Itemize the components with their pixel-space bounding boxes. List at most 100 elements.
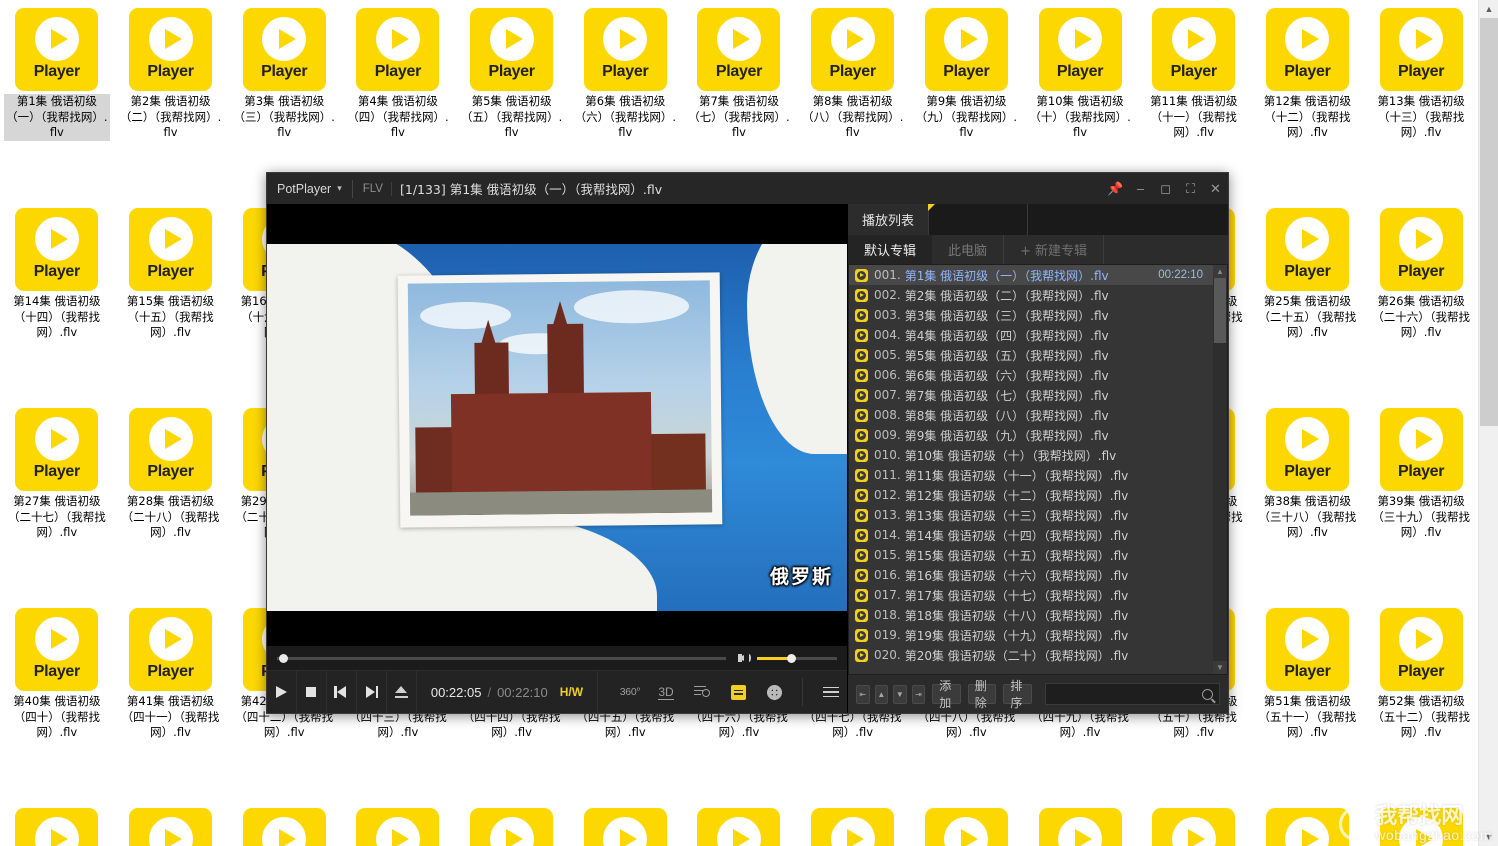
tab-slot-empty-1[interactable] [928,204,1029,235]
file-item[interactable]: Player 第4集 俄语初级（四）（我帮找网）.flv [341,0,455,200]
delete-button[interactable]: 删除 [967,679,997,710]
file-item[interactable]: Player 第12集 俄语初级（十二）（我帮找网）.flv [1251,0,1365,200]
add-button[interactable]: 添加 [932,679,961,710]
playlist-sub-tab[interactable]: + 新建专辑 [1004,235,1105,264]
playlist-item[interactable]: 003. 第3集 俄语初级（三）（我帮找网）.flv [849,305,1227,325]
file-item[interactable]: Player第56集 俄语初级（五十六）（我帮找网）.flv [341,800,455,846]
file-item[interactable]: Player第57集 俄语初级（五十七）（我帮找网）.flv [455,800,569,846]
vr-360-button[interactable]: 360° [614,671,646,714]
scroll-up-arrow-icon[interactable]: ▲ [1479,0,1498,18]
seek-slider[interactable] [277,653,726,663]
explorer-scrollbar-thumb[interactable] [1480,18,1498,426]
playlist-item[interactable]: 018. 第18集 俄语初级（十八）（我帮找网）.flv [849,605,1227,625]
playlist-item[interactable]: 005. 第5集 俄语初级（五）（我帮找网）.flv [849,345,1227,365]
tab-playlist[interactable]: 播放列表 [848,204,936,235]
playlist-item[interactable]: 017. 第17集 俄语初级（十七）（我帮找网）.flv [849,585,1227,605]
file-item[interactable]: Player第59集 俄语初级（五十九）（我帮找网）.flv [682,800,796,846]
playlist-item[interactable]: 008. 第8集 俄语初级（八）（我帮找网）.flv [849,405,1227,425]
file-item[interactable]: Player第54集 俄语初级（五十四）（我帮找网）.flv [114,800,228,846]
file-item[interactable]: Player 第6集 俄语初级（六）（我帮找网）.flv [568,0,682,200]
file-item[interactable]: Player 第10集 俄语初级（十）（我帮找网）.flv [1023,0,1137,200]
move-top-button[interactable]: ⇤ [856,684,870,704]
file-item[interactable]: Player 第14集 俄语初级（十四）（我帮找网）.flv [0,200,114,400]
file-item[interactable]: Player 第5集 俄语初级（五）（我帮找网）.flv [455,0,569,200]
maximize-icon[interactable]: ◻ [1153,173,1178,204]
file-item[interactable]: Player 第1集 俄语初级（一）（我帮找网）.flv [0,0,114,200]
playlist-item[interactable]: 004. 第4集 俄语初级（四）（我帮找网）.flv [849,325,1227,345]
file-item[interactable]: Player 第41集 俄语初级（四十一）（我帮找网）.flv [114,600,228,800]
file-item[interactable]: Player 第26集 俄语初级（二十六）（我帮找网）.flv [1364,200,1478,400]
scroll-down-arrow-icon[interactable]: ▼ [1479,828,1498,846]
playlist-sub-tab[interactable]: 此电脑 [932,235,1005,264]
playlist-item[interactable]: 009. 第9集 俄语初级（九）（我帮找网）.flv [849,425,1227,445]
playlist-item[interactable]: 014. 第14集 俄语初级（十四）（我帮找网）.flv [849,525,1227,545]
playlist-item[interactable]: 013. 第13集 俄语初级（十三）（我帮找网）.flv [849,505,1227,525]
file-item[interactable]: Player 第7集 俄语初级（七）（我帮找网）.flv [682,0,796,200]
file-item[interactable]: Player第61集 俄语初级（六十一）（我帮找网）.flv [910,800,1024,846]
file-item[interactable]: Player 第3集 俄语初级（三）（我帮找网）.flv [227,0,341,200]
file-item[interactable]: Player 第28集 俄语初级（二十八）（我帮找网）.flv [114,400,228,600]
file-item[interactable]: Player 第27集 俄语初级（二十七）（我帮找网）.flv [0,400,114,600]
file-item[interactable]: Player 第13集 俄语初级（十三）（我帮找网）.flv [1364,0,1478,200]
playlist-scrollbar[interactable]: ▲ ▼ [1213,265,1227,674]
file-item[interactable]: Player第64集 俄语初级（六十四）（我帮找网）.flv [1251,800,1365,846]
playlist-search-input[interactable] [1051,687,1202,701]
file-item[interactable]: Player第62集 俄语初级（六十二）（我帮找网）.flv [1023,800,1137,846]
move-bottom-button[interactable]: ⇥ [911,684,926,704]
playlist-scrollbar-thumb[interactable] [1214,278,1226,343]
playlist-item[interactable]: 002. 第2集 俄语初级（二）（我帮找网）.flv [849,285,1227,305]
file-item[interactable]: Player 第2集 俄语初级（二）（我帮找网）.flv [114,0,228,200]
subtitle-search-button[interactable] [686,671,718,714]
subtitle-button[interactable] [722,671,754,714]
3d-button[interactable]: 3D [650,671,682,714]
sort-button[interactable]: 排序 [1003,679,1032,710]
search-icon[interactable] [1201,688,1213,700]
previous-button[interactable] [327,670,357,714]
seek-slider-handle[interactable] [278,653,288,663]
file-item[interactable]: Player 第52集 俄语初级（五十二）（我帮找网）.flv [1364,600,1478,800]
file-item[interactable]: Player 第40集 俄语初级（四十）（我帮找网）.flv [0,600,114,800]
file-item[interactable]: Player 第9集 俄语初级（九）（我帮找网）.flv [910,0,1024,200]
stop-button[interactable] [297,670,327,714]
playlist-item[interactable]: 020. 第20集 俄语初级（二十）（我帮找网）.flv [849,645,1227,665]
file-item[interactable]: Player第63集 俄语初级（六十三）（我帮找网）.flv [1137,800,1251,846]
file-item[interactable]: Player 第51集 俄语初级（五十一）（我帮找网）.flv [1251,600,1365,800]
playlist-item[interactable]: 010. 第10集 俄语初级（十）（我帮找网）.flv [849,445,1227,465]
playlist-item[interactable]: 016. 第16集 俄语初级（十六）（我帮找网）.flv [849,565,1227,585]
playlist-item[interactable]: 011. 第11集 俄语初级（十一）（我帮找网）.flv [849,465,1227,485]
file-item[interactable]: Player第60集 俄语初级（六十）（我帮找网）.flv [796,800,910,846]
volume-slider-handle[interactable] [786,653,796,663]
file-item[interactable]: Player第65集 俄语初级（六十五）（我帮找网）.flv [1364,800,1478,846]
playlist-search-box[interactable] [1044,683,1220,705]
chevron-down-icon[interactable]: ▾ [337,183,342,194]
file-item[interactable]: Player 第8集 俄语初级（八）（我帮找网）.flv [796,0,910,200]
playlist-item[interactable]: 007. 第7集 俄语初级（七）（我帮找网）.flv [849,385,1227,405]
playlist-item[interactable]: 001. 第1集 俄语初级（一）（我帮找网）.flv 00:22:10 [849,265,1227,285]
speaker-icon[interactable] [738,652,752,664]
playlist-rows-container[interactable]: 001. 第1集 俄语初级（一）（我帮找网）.flv 00:22:10 002. 第2集… [848,264,1228,675]
menu-button[interactable] [815,671,847,714]
play-button[interactable] [267,670,297,714]
playlist-scroll-up-icon[interactable]: ▲ [1213,265,1227,278]
file-item[interactable]: Player 第15集 俄语初级（十五）（我帮找网）.flv [114,200,228,400]
eject-button[interactable] [387,670,417,714]
titlebar[interactable]: PotPlayer ▾ FLV [1/133] 第1集 俄语初级（一）（我帮找网… [267,173,1228,204]
close-icon[interactable]: ✕ [1203,173,1228,204]
file-item[interactable]: Player第58集 俄语初级（五十八）（我帮找网）.flv [568,800,682,846]
fullscreen-icon[interactable]: ⛶ [1178,173,1203,204]
next-button[interactable] [357,670,387,714]
explorer-scrollbar[interactable]: ▲ ▼ [1478,0,1498,846]
playlist-item[interactable]: 012. 第12集 俄语初级（十二）（我帮找网）.flv [849,485,1227,505]
playlist-scroll-down-icon[interactable]: ▼ [1213,661,1227,674]
file-item[interactable]: Player第55集 俄语初级（五十五）（我帮找网）.flv [227,800,341,846]
playlist-item[interactable]: 019. 第19集 俄语初级（十九）（我帮找网）.flv [849,625,1227,645]
playlist-item[interactable]: 015. 第15集 俄语初级（十五）（我帮找网）.flv [849,545,1227,565]
volume-slider[interactable] [757,653,837,663]
move-up-button[interactable]: ▲ [874,684,889,704]
tab-slot-empty-2[interactable] [1028,204,1228,235]
file-item[interactable]: Player 第11集 俄语初级（十一）（我帮找网）.flv [1137,0,1251,200]
pin-icon[interactable]: 📌 [1103,173,1128,204]
minimize-icon[interactable]: – [1128,173,1153,204]
move-down-button[interactable]: ▼ [893,684,907,704]
settings-button[interactable] [758,671,790,714]
